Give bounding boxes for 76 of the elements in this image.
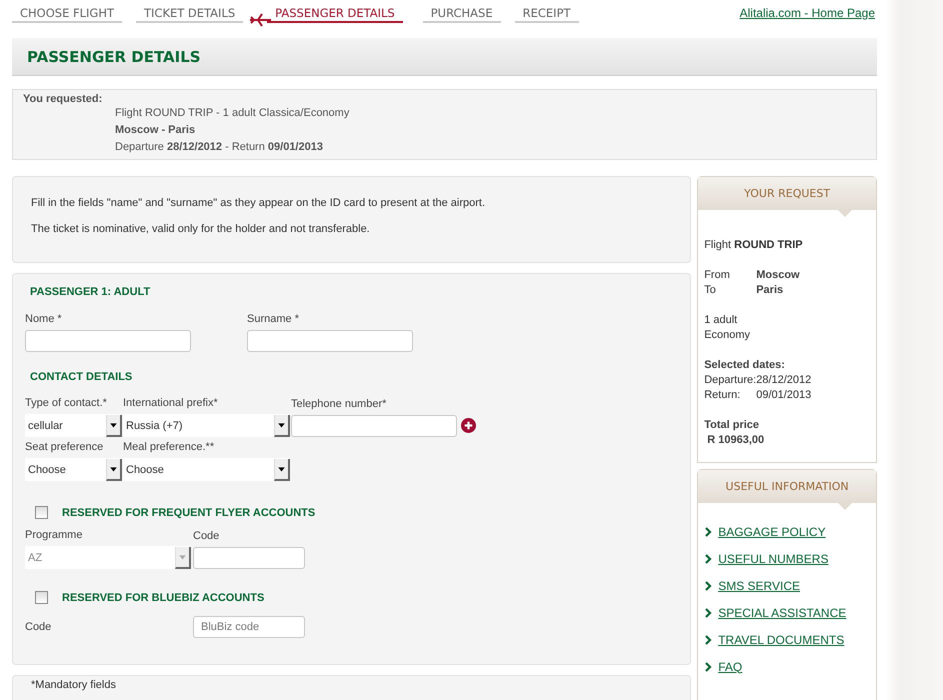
card-title: USEFUL INFORMATION [726, 480, 849, 493]
departure-date: 28/12/2012 [756, 373, 812, 388]
total-price: R 10963,00 [706, 434, 764, 446]
summary-line: Flight ROUND TRIP - 1 adult Classica/Economy [114, 106, 350, 121]
code-input[interactable] [193, 547, 305, 569]
field-label: Code [193, 530, 220, 542]
return-label: Return: [704, 388, 742, 403]
flight-type: Flight ROUND TRIP [704, 238, 804, 253]
notch-icon [838, 503, 852, 510]
field-label: Programme [25, 529, 84, 541]
field-label: Meal preference.** [123, 441, 216, 453]
field-label: Seat preference [25, 441, 104, 453]
contact-type-select[interactable]: cellular [25, 414, 122, 437]
dropdown-caret-icon [106, 414, 122, 436]
field-label: Type of contact.* [25, 397, 108, 409]
chevron-icon [704, 634, 712, 644]
checkbox[interactable] [35, 591, 48, 604]
field-label: Surname * [247, 313, 300, 325]
section-title: RESERVED FOR BLUEBIZ ACCOUNTS [61, 592, 264, 604]
chevron-icon [704, 662, 712, 672]
bluebiz-code-input[interactable]: BluBiz code [193, 616, 305, 638]
info-link[interactable]: SPECIAL ASSISTANCE [718, 606, 846, 620]
surname-input[interactable] [247, 330, 413, 352]
step-tab[interactable]: PURCHASE [422, 6, 501, 23]
dropdown-caret-icon [175, 546, 191, 568]
seat-select[interactable]: Choose [25, 458, 122, 481]
passenger-count: 1 adult [704, 313, 738, 328]
info-link[interactable]: SMS SERVICE [718, 578, 800, 592]
section-title: RESERVED FOR FREQUENT FLYER ACCOUNTS [61, 506, 316, 518]
card-title: YOUR REQUEST [744, 187, 830, 200]
page-title: PASSENGER DETAILS [27, 48, 201, 66]
to-label: To [704, 283, 717, 298]
info-link[interactable]: USEFUL NUMBERS [718, 552, 828, 566]
step-tab[interactable]: PASSENGER DETAILS [267, 6, 403, 23]
field-label: International prefix* [123, 397, 219, 409]
meal-select[interactable]: Choose [123, 458, 290, 481]
field-label: Telephone number* [291, 398, 388, 410]
footer-note: *Mandatory fields [31, 679, 116, 691]
prefix-select[interactable]: Russia (+7) [123, 414, 290, 437]
departure-label: Departure: [704, 373, 756, 388]
return-date: 09/01/2013 [756, 388, 812, 403]
cabin-class: Economy [704, 328, 752, 343]
section-title: PASSENGER 1: ADULT [29, 286, 152, 298]
summary-line: Departure 28/12/2012 - Return 09/01/2013 [114, 140, 324, 155]
checkbox[interactable] [35, 506, 48, 519]
add-icon[interactable] [461, 418, 476, 433]
chevron-icon [704, 526, 712, 536]
summary-line: Moscow - Paris [114, 123, 196, 138]
notice-text: The ticket is nominative, valid only for the holder and not transferable. [31, 223, 371, 235]
price-title: Total price [704, 419, 760, 431]
chevron-icon [704, 554, 712, 564]
name-input[interactable] [25, 330, 191, 352]
dropdown-caret-icon [274, 414, 290, 436]
info-link[interactable]: TRAVEL DOCUMENTS [718, 632, 844, 646]
field-label: Nome * [25, 313, 63, 325]
notch-icon [838, 210, 852, 217]
info-link[interactable]: BAGGAGE POLICY [718, 524, 826, 538]
step-tab[interactable]: RECEIPT [514, 6, 579, 23]
from-city: Moscow [756, 268, 801, 283]
to-city: Paris [756, 283, 784, 298]
dates-title: Selected dates: [704, 359, 785, 371]
notice-text: Fill in the fields "name" and "surname" as they appear on the ID card to present at the airport. [31, 197, 486, 209]
airplane-icon [249, 12, 274, 28]
chevron-icon [704, 580, 712, 590]
field-label: Code [25, 621, 52, 633]
from-label: From [704, 268, 731, 283]
section-title: CONTACT DETAILS [29, 371, 134, 383]
home-page-link[interactable]: Alitalia.com - Home Page [740, 6, 875, 20]
chevron-icon [704, 608, 712, 618]
step-tab[interactable]: TICKET DETAILS [136, 6, 244, 23]
dropdown-caret-icon [274, 458, 290, 480]
telephone-input[interactable] [291, 415, 457, 437]
summary-heading: You requested: [23, 93, 104, 105]
step-tab[interactable]: CHOOSE FLIGHT [12, 6, 122, 23]
info-link[interactable]: FAQ [718, 660, 742, 674]
dropdown-caret-icon [106, 458, 122, 480]
